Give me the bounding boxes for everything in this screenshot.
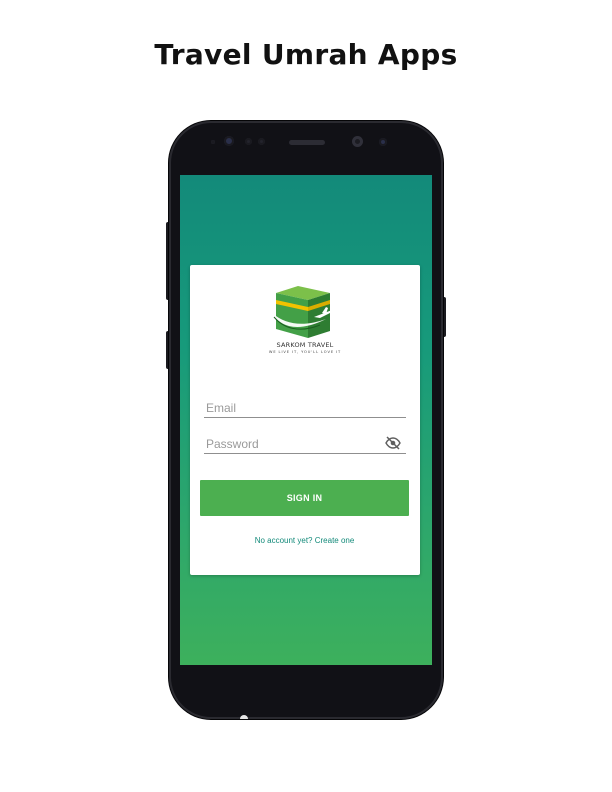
page: Travel Umrah Apps SARKOM TRAVEL WE LIVE … (0, 0, 612, 792)
sign-in-button[interactable]: SIGN IN (200, 480, 409, 516)
email-field (204, 399, 406, 418)
phone-sensor (211, 140, 215, 144)
kaaba-logo-icon (272, 286, 332, 338)
password-input[interactable] (206, 436, 376, 451)
page-title: Travel Umrah Apps (154, 38, 458, 71)
phone-camera (352, 136, 363, 147)
eye-off-icon[interactable] (385, 436, 401, 450)
brand-name: SARKOM TRAVEL (276, 341, 334, 349)
password-field (204, 435, 406, 454)
phone-home-indicator (240, 715, 248, 719)
phone-front-camera (224, 136, 234, 146)
create-account-link[interactable]: No account yet? Create one (200, 536, 409, 545)
phone-earpiece (289, 140, 325, 145)
phone-sensor (379, 138, 387, 146)
phone-sensor (258, 138, 265, 145)
brand-tagline: WE LIVE IT, YOU'LL LOVE IT (268, 350, 342, 354)
phone-sensor (245, 138, 252, 145)
email-input[interactable] (206, 400, 376, 415)
